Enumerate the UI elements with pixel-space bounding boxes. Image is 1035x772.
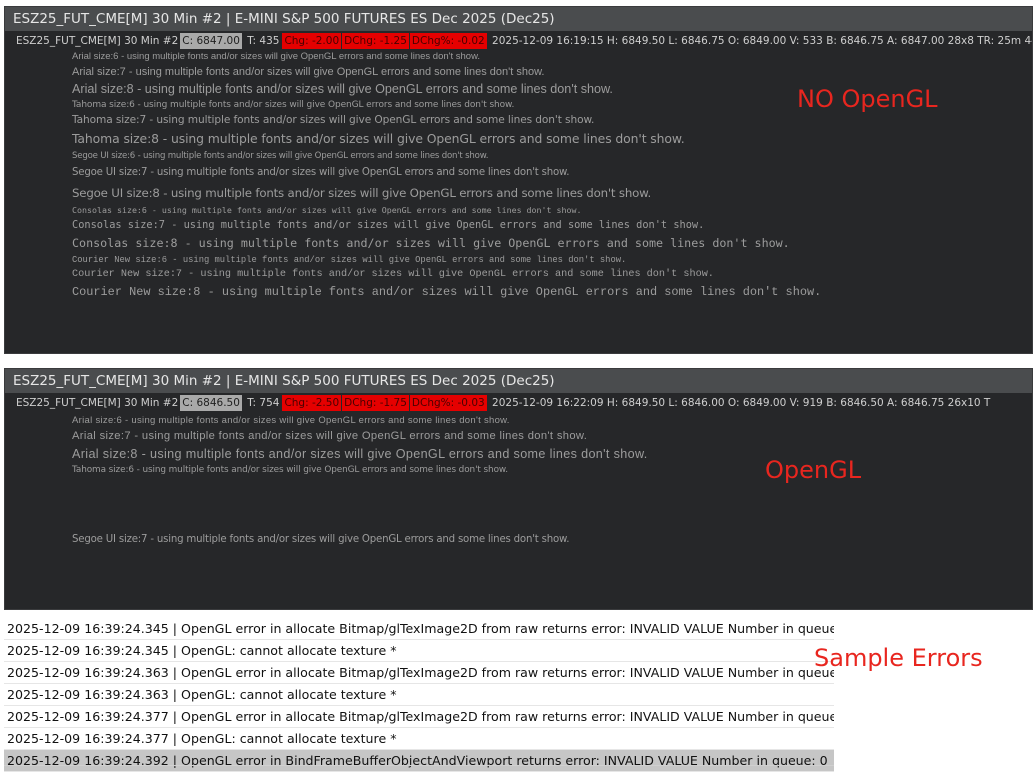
no-opengl-label: NO OpenGL bbox=[797, 85, 938, 113]
status-close: C: 6847.00 bbox=[180, 33, 242, 49]
log-row[interactable]: 2025-12-09 16:39:24.345 | OpenGL error i… bbox=[4, 618, 834, 640]
status-dchg: DChg: -1.75 bbox=[342, 395, 409, 411]
status-symbol: ESZ25_FUT_CME[M] 30 Min #2 bbox=[16, 397, 179, 409]
sample-line: Segoe UI size:7 - using multiple fonts a… bbox=[72, 167, 570, 178]
status-chg: Chg: -2.50 bbox=[282, 395, 342, 411]
status-details: 2025-12-09 16:22:09 H: 6849.50 L: 6846.0… bbox=[492, 397, 991, 409]
chart-status-line: ESZ25_FUT_CME[M] 30 Min #2 C: 6847.00 T: … bbox=[14, 33, 1032, 49]
sample-line: Tahoma size:7 - using multiple fonts and… bbox=[72, 114, 595, 126]
sample-line: Segoe UI size:8 - using multiple fonts a… bbox=[72, 186, 652, 200]
status-dchg: DChg: -1.25 bbox=[342, 33, 409, 49]
sample-line: Segoe UI size:6 - using multiple fonts a… bbox=[72, 151, 489, 161]
status-details: 2025-12-09 16:19:15 H: 6849.50 L: 6846.7… bbox=[492, 35, 1032, 47]
log-row[interactable]: 2025-12-09 16:39:24.363 | OpenGL: cannot… bbox=[4, 684, 834, 706]
sample-line: Courier New size:7 - using multiple font… bbox=[72, 269, 714, 280]
status-chg: Chg: -2.00 bbox=[282, 33, 342, 49]
sample-line: Arial size:7 - using multiple fonts and/… bbox=[72, 430, 588, 442]
sample-errors-label: Sample Errors bbox=[814, 644, 983, 672]
log-divider bbox=[4, 765, 834, 766]
chart-panel-opengl[interactable]: ESZ25_FUT_CME[M] 30 Min #2 | E-MINI S&P … bbox=[4, 368, 1033, 610]
sample-line: Consolas size:8 - using multiple fonts a… bbox=[72, 236, 790, 250]
sample-line: Arial size:6 - using multiple fonts and/… bbox=[72, 415, 510, 426]
error-log-list[interactable]: 2025-12-09 16:39:24.345 | OpenGL error i… bbox=[4, 618, 834, 772]
sample-line: Segoe UI size:7 - using multiple fonts a… bbox=[72, 534, 570, 545]
sample-line: Consolas size:6 - using multiple fonts a… bbox=[72, 205, 582, 215]
status-dchg-pct: DChg%: -0.02 bbox=[409, 33, 487, 49]
opengl-label: OpenGL bbox=[765, 456, 862, 484]
status-dchg-pct: DChg%: -0.03 bbox=[409, 395, 487, 411]
sample-line: Consolas size:7 - using multiple fonts a… bbox=[72, 219, 705, 231]
chart-status-line: ESZ25_FUT_CME[M] 30 Min #2 C: 6846.50 T: … bbox=[14, 395, 1032, 411]
status-close: C: 6846.50 bbox=[180, 395, 242, 411]
status-symbol: ESZ25_FUT_CME[M] 30 Min #2 bbox=[16, 35, 179, 47]
log-row[interactable]: 2025-12-09 16:39:24.363 | OpenGL error i… bbox=[4, 662, 834, 684]
sample-line: Arial size:7 - using multiple fonts and/… bbox=[72, 66, 545, 78]
chart-title-bar[interactable]: ESZ25_FUT_CME[M] 30 Min #2 | E-MINI S&P … bbox=[5, 7, 1032, 31]
sample-line: Tahoma size:6 - using multiple fonts and… bbox=[72, 465, 508, 475]
sample-line: Arial size:8 - using multiple fonts and/… bbox=[72, 82, 613, 96]
sample-line: Arial size:6 - using multiple fonts and/… bbox=[72, 51, 481, 62]
status-ticks: T: 754 bbox=[247, 397, 280, 409]
chart-title-bar[interactable]: ESZ25_FUT_CME[M] 30 Min #2 | E-MINI S&P … bbox=[5, 369, 1032, 393]
status-ticks: T: 435 bbox=[247, 35, 280, 47]
sample-line: Courier New size:8 - using multiple font… bbox=[72, 285, 822, 299]
sample-line: Tahoma size:6 - using multiple fonts and… bbox=[72, 100, 515, 110]
log-row[interactable]: 2025-12-09 16:39:24.345 | OpenGL: cannot… bbox=[4, 640, 834, 662]
sample-line: Courier New size:6 - using multiple font… bbox=[72, 255, 627, 265]
chart-panel-no-opengl[interactable]: ESZ25_FUT_CME[M] 30 Min #2 | E-MINI S&P … bbox=[4, 6, 1033, 354]
log-row[interactable]: 2025-12-09 16:39:24.377 | OpenGL error i… bbox=[4, 706, 834, 728]
log-row[interactable]: 2025-12-09 16:39:24.377 | OpenGL: cannot… bbox=[4, 728, 834, 750]
sample-line: Arial size:8 - using multiple fonts and/… bbox=[72, 447, 648, 461]
sample-line: Tahoma size:8 - using multiple fonts and… bbox=[72, 131, 685, 146]
